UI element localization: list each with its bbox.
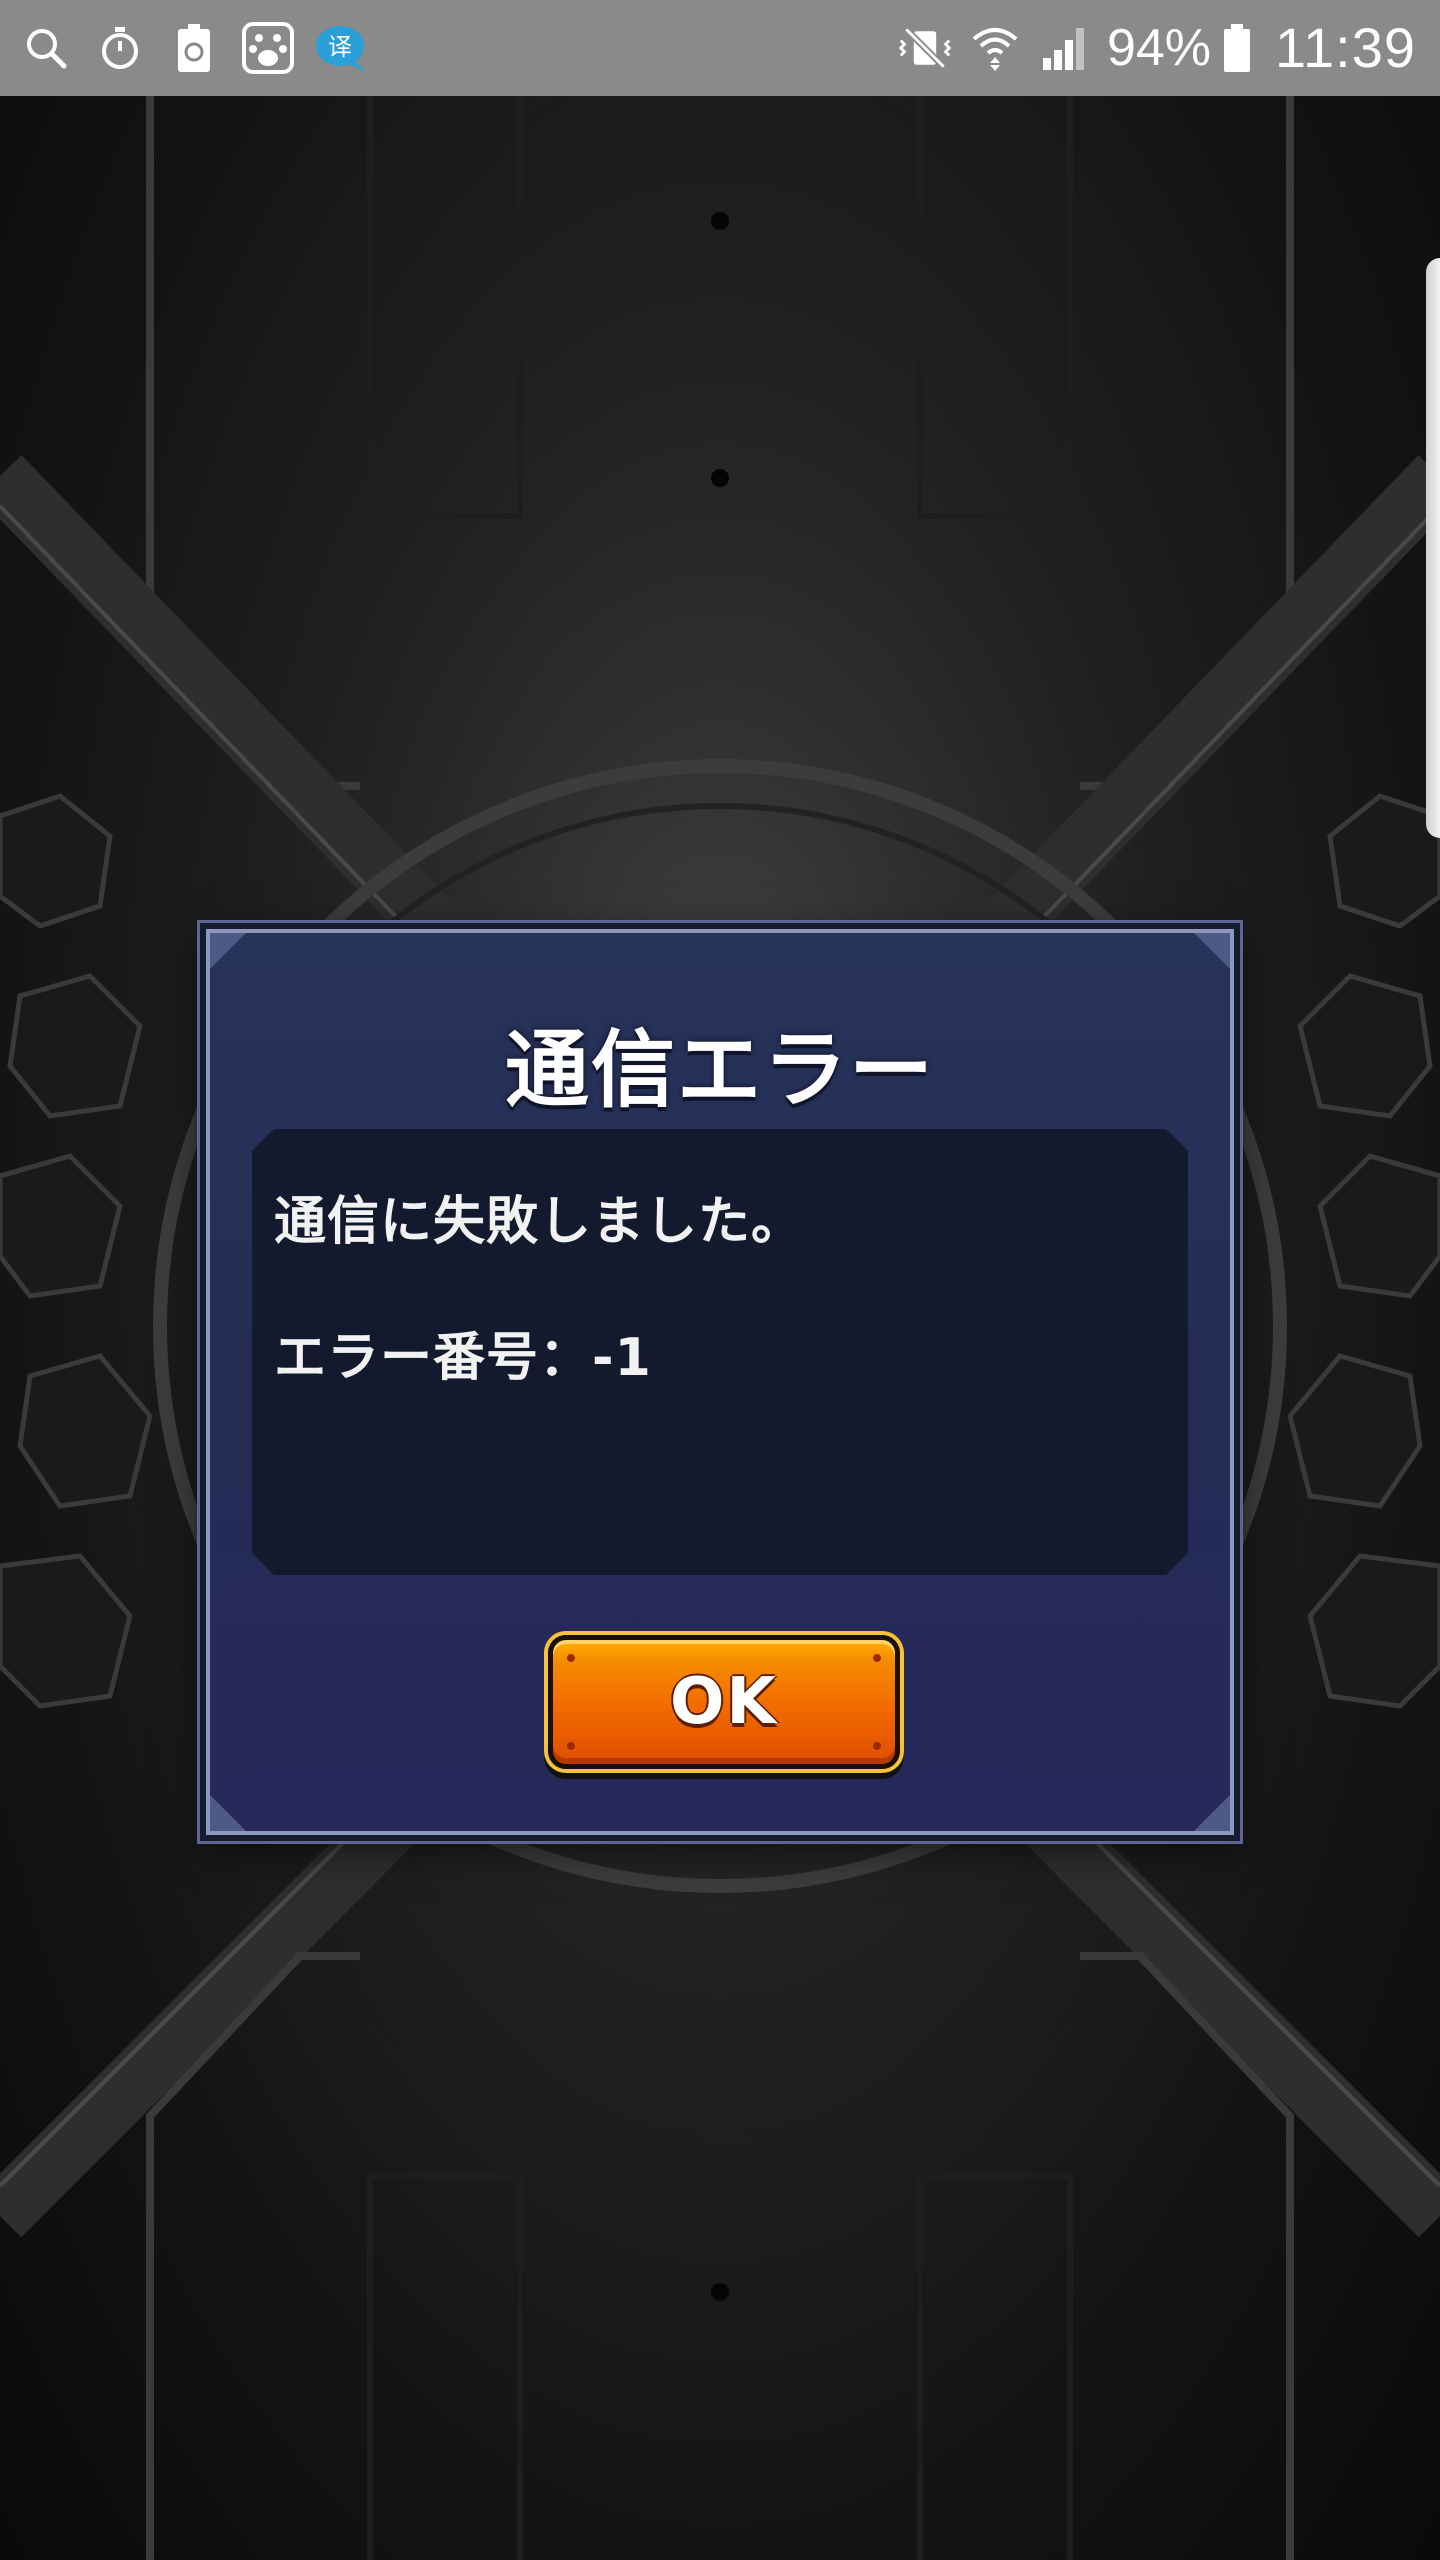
button-rivet — [567, 1742, 575, 1750]
mute-vibrate-icon — [897, 20, 953, 76]
status-right-icons: 94% 11:39 — [897, 0, 1440, 96]
button-rivet — [873, 1654, 881, 1662]
dialog-corner-decoration — [1194, 1795, 1230, 1831]
translate-bubble-icon: 译 — [314, 20, 370, 76]
ok-button-label: OK — [670, 1665, 778, 1739]
clock: 11:39 — [1275, 16, 1416, 79]
wifi-icon — [967, 20, 1023, 76]
dialog-title: 通信エラー — [504, 1021, 935, 1119]
signal-icon — [1037, 20, 1093, 76]
error-message: 通信に失敗しました。 — [274, 1192, 805, 1252]
game-screen: 译 94% 11:39 通信エラー 通信に失敗しました。 エラー番号：-1 OK — [0, 0, 1440, 2560]
error-dialog: 通信エラー 通信に失敗しました。 エラー番号：-1 OK — [206, 929, 1234, 1835]
ok-button[interactable]: OK — [548, 1635, 900, 1769]
button-rivet — [873, 1742, 881, 1750]
svg-text:译: 译 — [328, 33, 352, 61]
battery-recycle-icon — [166, 20, 222, 76]
status-bar: 译 94% 11:39 — [0, 0, 1440, 96]
battery-icon — [1221, 20, 1253, 76]
message-box: 通信に失敗しました。 エラー番号：-1 — [252, 1129, 1188, 1575]
button-rivet — [567, 1654, 575, 1662]
baidu-paw-icon — [240, 20, 296, 76]
status-left-icons: 译 — [0, 0, 388, 96]
battery-percent: 94% — [1106, 19, 1212, 77]
dialog-corner-decoration — [210, 1795, 246, 1831]
dialog-corner-decoration — [210, 933, 246, 969]
search-icon — [18, 20, 74, 76]
error-code: エラー番号：-1 — [274, 1328, 652, 1388]
dialog-overlay: 通信エラー 通信に失敗しました。 エラー番号：-1 OK — [0, 96, 1440, 2560]
stopwatch-icon — [92, 20, 148, 76]
dialog-corner-decoration — [1194, 933, 1230, 969]
